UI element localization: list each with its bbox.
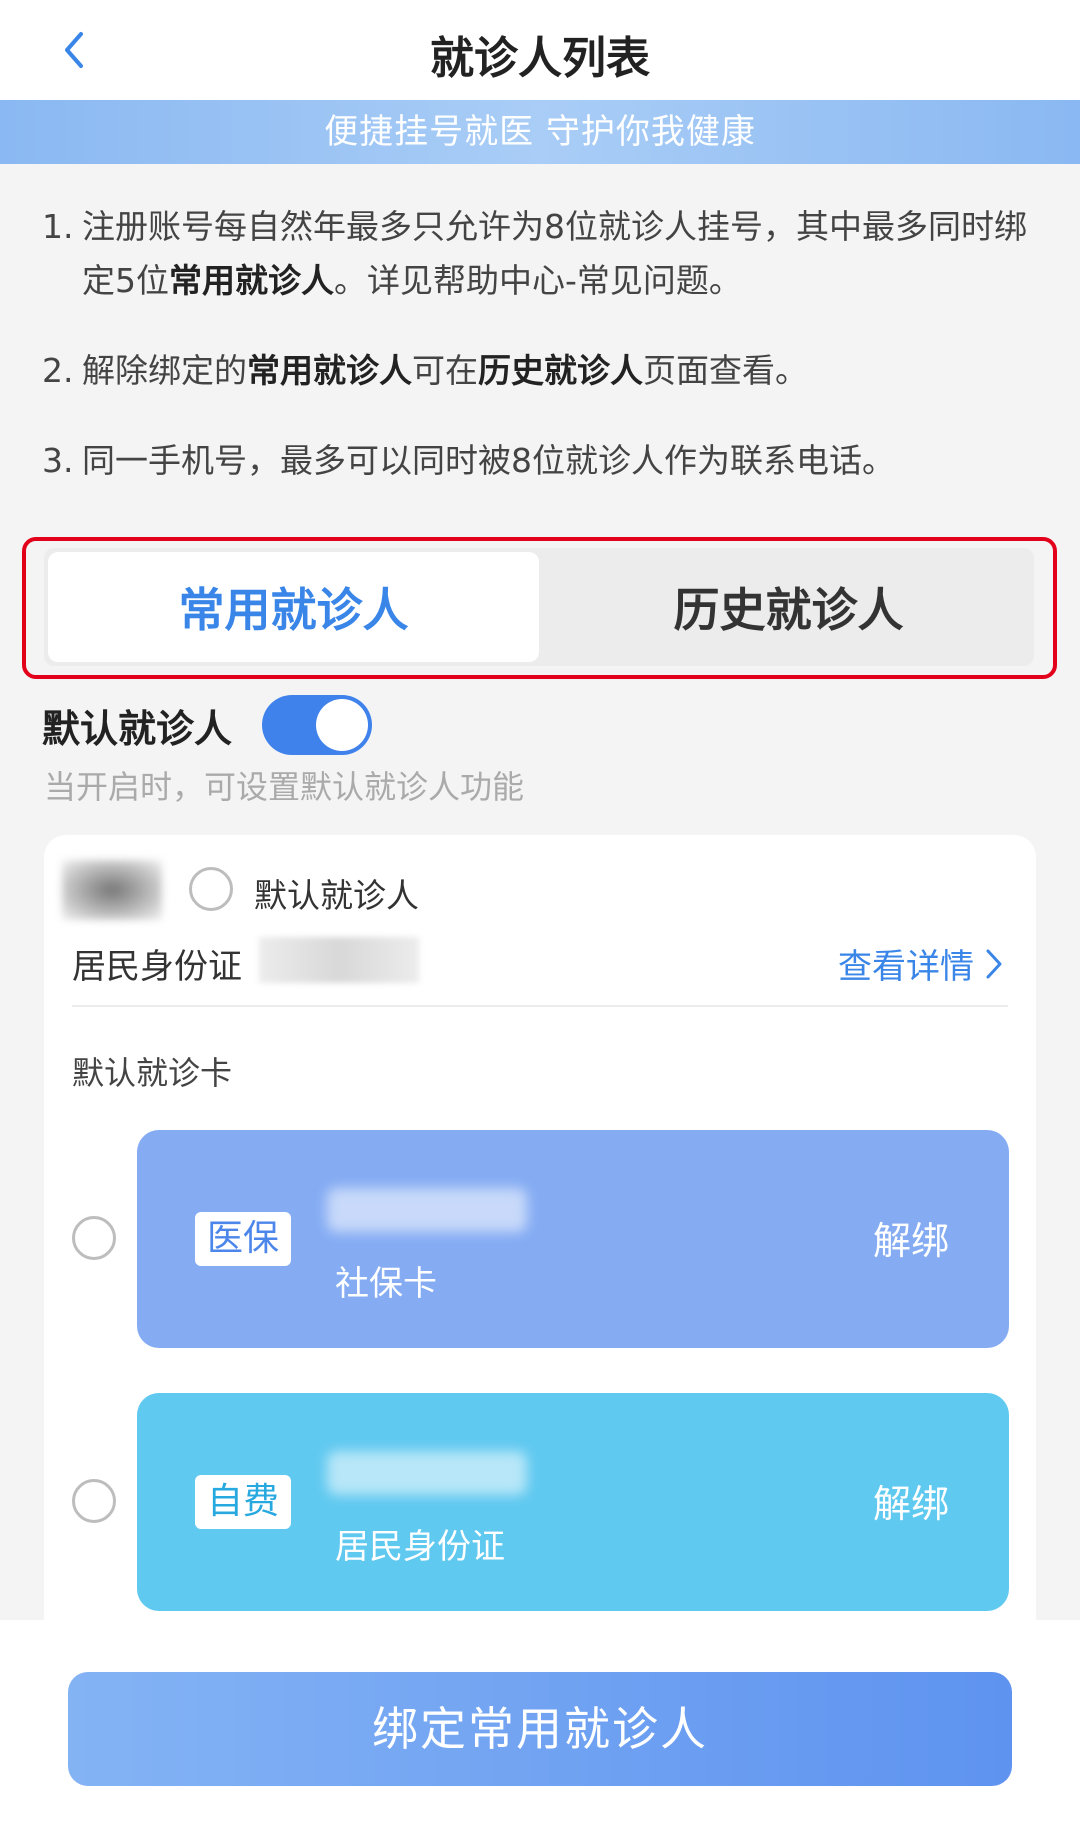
tab-history-patients[interactable]: 历史就诊人	[543, 548, 1034, 666]
note-text: 注册账号每自然年最多只允许为8位就诊人挂号，其中最多同时绑定5位常用就诊人。详见…	[82, 200, 1042, 308]
note-item: 1. 注册账号每自然年最多只允许为8位就诊人挂号，其中最多同时绑定5位常用就诊人…	[42, 200, 1042, 308]
note-text-bold: 常用就诊人	[247, 351, 412, 390]
card-number-blurred	[327, 1188, 527, 1232]
note-text-bold: 历史就诊人	[478, 351, 643, 390]
unbind-button[interactable]: 解绑	[873, 1473, 949, 1528]
note-number: 1.	[42, 207, 74, 246]
slogan-banner: 便捷挂号就医 守护你我健康	[0, 100, 1080, 164]
note-text: 解除绑定的常用就诊人可在历史就诊人页面查看。	[82, 344, 808, 398]
chevron-right-icon	[986, 949, 1002, 978]
note-text-part: 可在	[412, 351, 478, 390]
view-detail-label: 查看详情	[838, 947, 974, 987]
card-type: 社保卡	[335, 1264, 437, 1304]
card-tag: 自费	[195, 1475, 291, 1529]
insurance-card[interactable]: 医保 社保卡 解绑	[137, 1130, 1009, 1348]
patient-card: 默认就诊人 居民身份证 查看详情 默认就诊卡 医保 社保卡 解绑 自费 居民身份…	[44, 835, 1036, 1735]
note-number: 3.	[42, 441, 74, 480]
card-number-blurred	[327, 1451, 527, 1495]
default-card-label: 默认就诊卡	[72, 1054, 233, 1092]
id-number-blurred	[259, 937, 419, 983]
note-number: 2.	[42, 351, 74, 390]
patient-name-blurred	[62, 860, 162, 920]
self-pay-card[interactable]: 自费 居民身份证 解绑	[137, 1393, 1009, 1611]
nav-bar: 就诊人列表	[0, 0, 1080, 100]
view-detail-link[interactable]: 查看详情	[838, 939, 1006, 988]
notes-list: 1. 注册账号每自然年最多只允许为8位就诊人挂号，其中最多同时绑定5位常用就诊人…	[42, 200, 1042, 524]
note-item: 3. 同一手机号，最多可以同时被8位就诊人作为联系电话。	[42, 434, 1042, 488]
note-text-bold: 常用就诊人	[169, 261, 334, 300]
note-text: 同一手机号，最多可以同时被8位就诊人作为联系电话。	[82, 434, 895, 488]
card-radio[interactable]	[72, 1479, 116, 1523]
note-text-part: 页面查看。	[643, 351, 808, 390]
default-patient-radio[interactable]	[189, 867, 233, 911]
default-patient-label: 默认就诊人	[42, 706, 233, 751]
divider	[72, 1005, 1008, 1007]
bind-patient-button[interactable]: 绑定常用就诊人	[68, 1672, 1012, 1786]
patient-tabs: 常用就诊人 历史就诊人	[44, 548, 1034, 666]
card-tag: 医保	[195, 1212, 291, 1266]
page-title: 就诊人列表	[430, 33, 650, 84]
default-patient-radio-label: 默认就诊人	[254, 876, 419, 915]
card-radio[interactable]	[72, 1216, 116, 1260]
card-type: 居民身份证	[335, 1527, 505, 1567]
default-patient-toggle[interactable]	[262, 695, 373, 755]
note-text-part: 解除绑定的	[82, 351, 247, 390]
note-item: 2. 解除绑定的常用就诊人可在历史就诊人页面查看。	[42, 344, 1042, 398]
toggle-knob	[316, 699, 369, 751]
note-text-part: 同一手机号，最多可以同时被8位就诊人作为联系电话。	[82, 441, 895, 480]
tab-frequent-patients[interactable]: 常用就诊人	[48, 552, 539, 662]
default-patient-row: 默认就诊人	[42, 690, 373, 760]
unbind-button[interactable]: 解绑	[873, 1210, 949, 1265]
id-type-label: 居民身份证	[72, 947, 242, 987]
note-text-part: 。详见帮助中心-常见问题。	[334, 261, 742, 300]
footer-bar: 绑定常用就诊人	[0, 1620, 1080, 1843]
default-patient-hint: 当开启时，可设置默认就诊人功能	[44, 768, 525, 806]
